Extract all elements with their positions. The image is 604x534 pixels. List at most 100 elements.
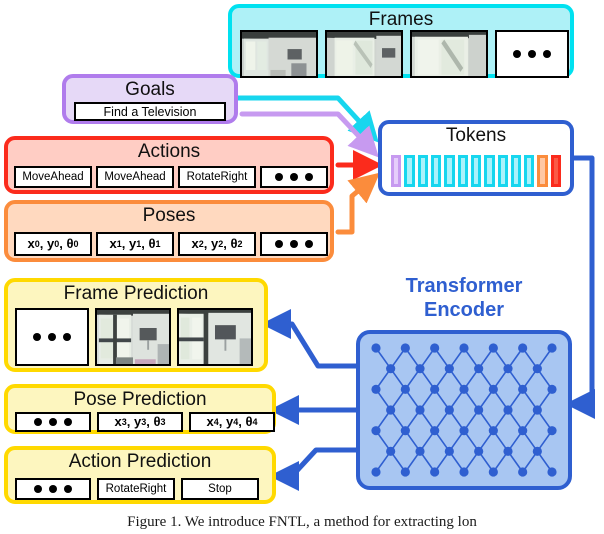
encoder-node-4-0	[371, 426, 381, 436]
encoder-node-0-3	[459, 343, 469, 353]
pose-idx-2: 2	[198, 239, 204, 249]
goals-title: Goals	[125, 79, 175, 100]
encoder-label-line2: Encoder	[423, 299, 505, 321]
pose-idx-1b: 1	[136, 239, 142, 249]
frame-thumbnail-1	[325, 30, 403, 78]
action-item-2: RotateRight	[178, 166, 256, 188]
pose-idx-0b: 0	[54, 239, 60, 249]
token-7-cyan	[484, 155, 495, 187]
token-sequence	[391, 154, 562, 188]
encoder-node-4-2	[430, 426, 440, 436]
figure-diagram: Frames Goals Find a Television Actions M…	[0, 0, 604, 512]
frame-prediction-title: Frame Prediction	[63, 283, 209, 304]
posepred-idx-3: 3	[121, 417, 127, 427]
pose-idx-2b: 2	[218, 239, 224, 249]
encoder-node-6-3	[459, 467, 469, 477]
token-1-cyan	[404, 155, 415, 187]
encoder-node-0-6	[547, 343, 557, 353]
encoder-node-5-2	[444, 446, 454, 456]
pose-t-1: θ	[148, 236, 156, 251]
encoder-node-1-5	[532, 364, 542, 374]
actpred-ellipsis	[15, 478, 91, 500]
encoder-node-0-0	[371, 343, 381, 353]
actpred-item-1: Stop	[181, 478, 259, 500]
frame-thumbnail-2	[410, 30, 488, 78]
pose-y-1: y	[128, 236, 137, 251]
action-item-1: MoveAhead	[96, 166, 174, 188]
encoder-node-5-0	[386, 446, 396, 456]
encoder-node-6-0	[371, 467, 381, 477]
pose-idx-0: 0	[34, 239, 40, 249]
pose-item-0: x0, y0, θ0	[14, 232, 92, 256]
pose-y-2: y	[210, 236, 219, 251]
encoder-node-6-2	[430, 467, 440, 477]
poses-ellipsis	[260, 232, 328, 256]
encoder-node-0-2	[430, 343, 440, 353]
pose-idx-0c: 0	[73, 239, 79, 249]
frames-title: Frames	[368, 9, 434, 30]
encoder-node-4-3	[459, 426, 469, 436]
encoder-node-3-2	[444, 405, 454, 415]
encoder-node-6-6	[547, 467, 557, 477]
encoder-node-4-1	[400, 426, 410, 436]
encoder-node-6-4	[488, 467, 498, 477]
goal-value: Find a Television	[74, 102, 226, 121]
poses-title: Poses	[142, 205, 196, 226]
encoder-node-6-5	[518, 467, 528, 477]
pose-idx-1c: 1	[155, 239, 161, 249]
encoder-node-1-0	[386, 364, 396, 374]
transformer-encoder-panel	[356, 330, 572, 490]
token-0-purple	[391, 155, 402, 187]
encoder-node-2-1	[400, 384, 410, 394]
encoder-node-5-5	[532, 446, 542, 456]
encoder-node-2-5	[518, 384, 528, 394]
action-item-0: MoveAhead	[14, 166, 92, 188]
pose-idx-2c: 2	[237, 239, 243, 249]
encoder-node-2-0	[371, 384, 381, 394]
framepred-thumbnail-3	[95, 308, 171, 366]
encoder-node-5-3	[474, 446, 484, 456]
encoder-node-1-2	[444, 364, 454, 374]
tokens-title: Tokens	[445, 125, 507, 146]
tokens-group: Tokens	[378, 120, 574, 196]
frame-ellipsis	[495, 30, 569, 78]
encoder-node-1-3	[474, 364, 484, 374]
pose-prediction-group: Pose Prediction x3, y3, θ3 x4, y4, θ4	[4, 384, 276, 434]
posepred-idx-4: 4	[213, 417, 219, 427]
encoder-node-6-1	[400, 467, 410, 477]
posepred-y-4: y	[225, 414, 234, 429]
action-prediction-title: Action Prediction	[68, 451, 212, 472]
pose-x-0: x	[27, 236, 35, 251]
frame-prediction-group: Frame Prediction	[4, 278, 268, 372]
token-4-cyan	[444, 155, 455, 187]
encoder-node-3-1	[415, 405, 425, 415]
encoder-node-2-6	[547, 384, 557, 394]
posepred-idx-3b: 3	[141, 417, 147, 427]
pose-t-0: θ	[66, 236, 74, 251]
figure-caption: Figure 1. We introduce FNTL, a method fo…	[127, 514, 477, 530]
token-9-cyan	[510, 155, 522, 187]
encoder-node-5-1	[415, 446, 425, 456]
token-11-ltorange	[537, 155, 548, 187]
frames-group: Frames	[228, 4, 574, 78]
posepred-ellipsis	[15, 412, 91, 432]
actions-title: Actions	[137, 141, 201, 162]
encoder-node-2-4	[488, 384, 498, 394]
posepred-y-3: y	[133, 414, 142, 429]
framepred-thumbnail-4	[177, 308, 253, 366]
actpred-item-0: RotateRight	[97, 478, 175, 500]
token-8-cyan	[497, 155, 508, 187]
action-prediction-group: Action Prediction RotateRight Stop	[4, 446, 276, 504]
encoder-node-1-1	[415, 364, 425, 374]
encoder-node-3-4	[503, 405, 513, 415]
posepred-item-3: x3, y3, θ3	[97, 412, 183, 432]
token-10-cyan	[524, 155, 535, 187]
posepred-x-4: x	[206, 414, 214, 429]
encoder-node-0-4	[488, 343, 498, 353]
actions-group: Actions MoveAhead MoveAhead RotateRight	[4, 136, 334, 194]
goals-group: Goals Find a Television	[62, 74, 238, 124]
encoder-node-3-3	[474, 405, 484, 415]
token-12-red	[550, 155, 562, 187]
actions-ellipsis	[260, 166, 328, 188]
posepred-t-3: θ	[153, 414, 161, 429]
